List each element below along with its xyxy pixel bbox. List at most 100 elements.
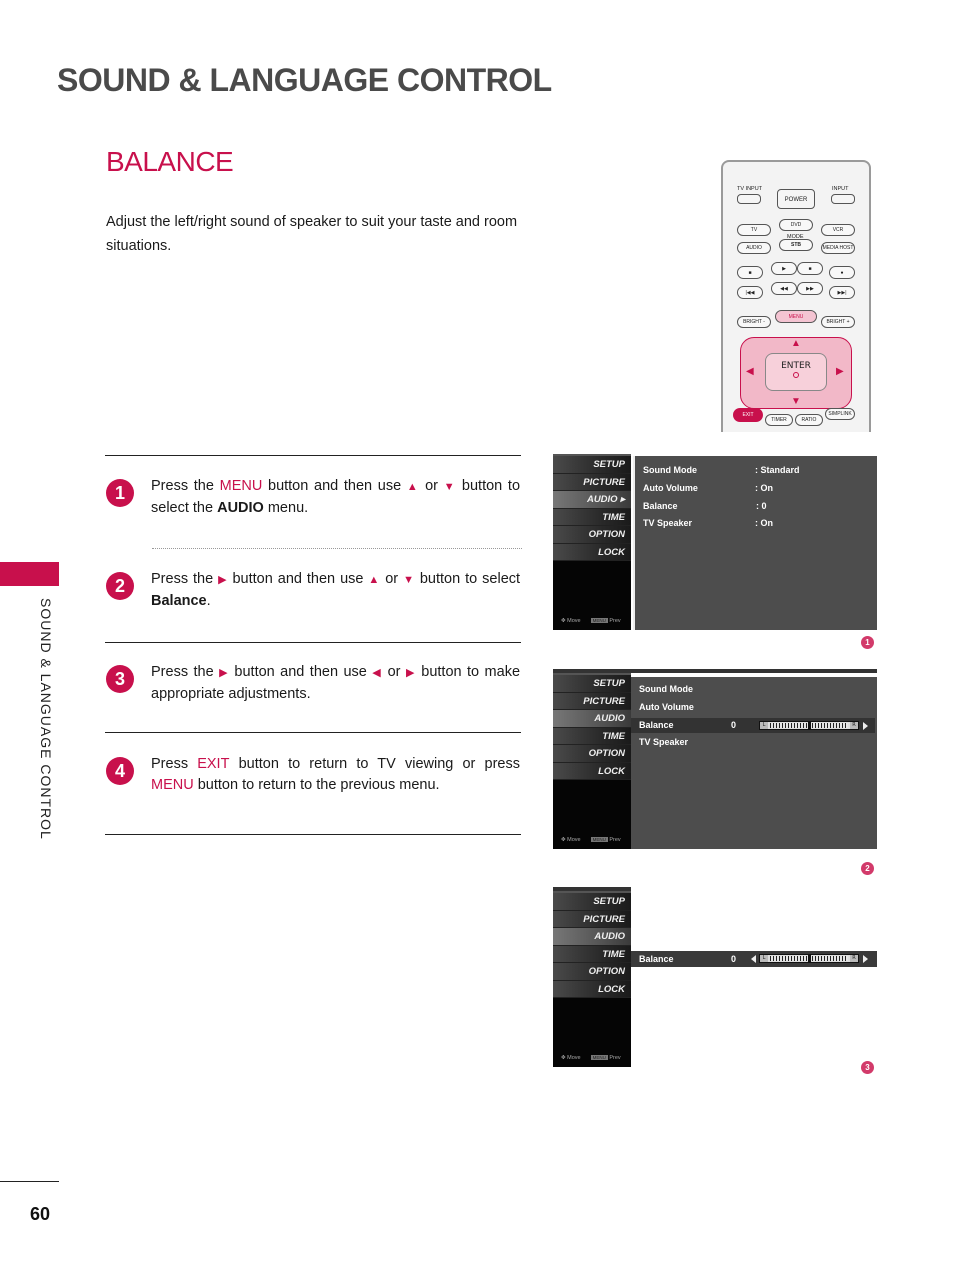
move-label: Move	[567, 618, 581, 624]
power-button: POWER	[777, 189, 815, 209]
move-icon: ✥	[561, 618, 566, 624]
balance-label: Balance	[643, 501, 678, 511]
text-segment: Press	[151, 756, 198, 772]
step-divider	[105, 732, 521, 733]
move-icon: ✥	[561, 837, 566, 843]
balance-ref: Balance	[151, 593, 207, 609]
text-segment: .	[206, 593, 211, 609]
osd-menu-item-option: OPTION	[553, 745, 631, 763]
osd-audio-panel: Sound Mode : Standard Auto Volume : On B…	[633, 456, 877, 630]
slider-thumb[interactable]	[808, 722, 811, 729]
text-segment: button to select	[414, 571, 521, 587]
right-arrow-icon	[863, 722, 868, 730]
step-divider	[105, 834, 521, 835]
text-segment: menu.	[263, 500, 309, 516]
osd-menu-item-picture: PICTURE	[553, 910, 631, 928]
slider-right-label: R	[850, 722, 858, 729]
prev-label: Prev	[609, 1055, 621, 1061]
slider-right-label: R	[850, 955, 858, 962]
slider-thumb[interactable]	[808, 955, 811, 962]
enter-button: ENTER	[765, 353, 827, 391]
remote-control-illustration: TV INPUT POWER INPUT TV DVD VCR MODE AUD…	[721, 160, 871, 432]
input-button	[831, 194, 855, 204]
osd-menu-sidebar: SETUP PICTURE AUDIO TIME OPTION LOCK ✥ M…	[553, 891, 631, 1067]
osd-menu-item-setup: SETUP	[553, 675, 631, 693]
auto-volume-label: Auto Volume	[643, 483, 698, 493]
balance-slider[interactable]: L R	[759, 954, 859, 963]
text-segment: Press the	[151, 478, 220, 494]
text-segment: or	[380, 571, 404, 587]
step-divider	[105, 455, 521, 456]
audio-menu-ref: AUDIO	[217, 500, 264, 516]
enter-dot-icon	[793, 372, 799, 378]
step-number-badge: 1	[106, 479, 134, 507]
enter-label: ENTER	[781, 361, 811, 371]
balance-adjust-bar: Balance 0 L R	[631, 951, 877, 967]
prev-label: Prev	[609, 618, 621, 624]
sound-mode-label: Sound Mode	[639, 684, 693, 694]
intro-text: Adjust the left/right sound of speaker t…	[106, 214, 518, 254]
stop-button: ■	[737, 266, 763, 279]
main-title: SOUND & LANGUAGE CONTROL	[57, 62, 552, 98]
osd-menu-item-lock: LOCK	[553, 762, 631, 780]
section-title: BALANCE	[106, 146, 234, 177]
simplink-button: SIMPLINK	[825, 408, 855, 420]
menu-button-ref: MENU	[151, 777, 194, 793]
osd-audio-panel: Sound Mode Auto Volume Balance 0 L R TV …	[631, 677, 877, 849]
osd-menu-item-time: TIME	[553, 508, 631, 526]
timer-button: TIMER	[765, 414, 793, 426]
step-text: Press the ▶ button and then use ◀ or ▶ b…	[151, 662, 520, 705]
exit-button-ref: EXIT	[197, 756, 230, 772]
text-segment: or	[419, 478, 444, 494]
osd-menu-item-setup: SETUP	[553, 893, 631, 911]
step-number-badge: 2	[106, 572, 134, 600]
right-arrow-icon: ▶	[219, 667, 229, 679]
up-arrow-icon: ▲	[791, 338, 801, 349]
tv-input-button	[737, 194, 761, 204]
osd-screen-3: SETUP PICTURE AUDIO TIME OPTION LOCK ✥ M…	[553, 891, 877, 1067]
side-chapter-label: SOUND & LANGUAGE CONTROL	[38, 598, 54, 840]
osd-menu-item-time: TIME	[553, 945, 631, 963]
osd-menu-item-picture: PICTURE	[553, 692, 631, 710]
text-segment: button and then use	[228, 664, 373, 680]
left-arrow-icon: ◀	[746, 366, 754, 377]
menu-button-ref: MENU	[219, 478, 263, 494]
side-tab-marker	[0, 562, 59, 586]
right-arrow-icon[interactable]	[863, 955, 868, 963]
left-arrow-icon[interactable]	[751, 955, 756, 963]
ratio-button: RATIO	[795, 414, 823, 426]
step-text: Press the ▶ button and then use ▲ or ▼ b…	[151, 569, 520, 612]
balance-value: 0	[731, 954, 737, 964]
osd-footer: ✥ Move MENU Prev	[561, 1055, 621, 1061]
up-arrow-icon: ▲	[406, 481, 420, 493]
pause-button: ■	[797, 262, 823, 275]
fast-forward-button: ▶▶	[797, 282, 823, 295]
tv-input-label: TV INPUT	[737, 186, 763, 192]
play-button: ▶	[771, 262, 797, 275]
balance-value: 0	[731, 720, 737, 730]
left-arrow-icon: ◀	[372, 667, 383, 679]
balance-slider[interactable]: L R	[759, 721, 859, 730]
exit-button: EXIT	[733, 408, 763, 422]
move-label: Move	[567, 1055, 581, 1061]
sound-mode-value: : Standard	[755, 465, 800, 475]
tv-speaker-label: TV Speaker	[643, 518, 693, 528]
osd-menu-item-label: AUDIO	[586, 494, 618, 505]
osd-footer: ✥ Move MENU Prev	[561, 837, 621, 843]
media-host-button: MEDIA HOST	[821, 242, 855, 254]
stb-mode-button: STB	[779, 239, 813, 251]
osd-menu-item-audio: AUDIO	[553, 928, 631, 946]
dvd-mode-button: DVD	[779, 219, 813, 231]
text-segment: button to return to the previous menu.	[193, 777, 440, 793]
move-icon: ✥	[561, 1055, 566, 1061]
sound-mode-label: Sound Mode	[643, 465, 697, 475]
right-arrow-icon: ▶	[836, 366, 844, 377]
tv-speaker-value: : On	[755, 518, 773, 528]
bright-minus-button: BRIGHT -	[737, 316, 771, 328]
vcr-mode-button: VCR	[821, 224, 855, 236]
right-arrow-icon: ▶	[405, 667, 416, 679]
menu-chip: MENU	[590, 618, 608, 623]
osd-menu-item-lock: LOCK	[553, 543, 631, 561]
osd-screen-1: SETUP PICTURE AUDIO ▸ TIME OPTION LOCK ✥…	[553, 454, 877, 630]
text-segment: Press the	[151, 664, 220, 680]
